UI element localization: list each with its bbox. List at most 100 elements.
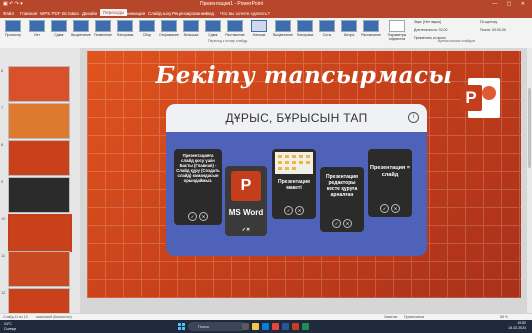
thumbnail-number: 7: [1, 105, 4, 110]
slide-title: Бекіту тапсырмасы: [155, 62, 453, 89]
tab-slideshow[interactable]: Слайд-шоу: [148, 11, 171, 16]
transition-thumb-icon: [227, 20, 243, 32]
info-icon[interactable]: i: [408, 112, 419, 123]
comments-button[interactable]: Примечания: [404, 315, 424, 319]
check-icon[interactable]: ✓: [188, 212, 197, 221]
powerpoint-logo-icon: P: [460, 78, 502, 120]
vertical-scrollbar[interactable]: [527, 48, 532, 313]
effects-icon: [389, 20, 405, 32]
transition-thumb-icon: [363, 20, 379, 32]
check-icon[interactable]: ✓: [332, 219, 341, 228]
slide-thumbnail[interactable]: [8, 251, 70, 287]
cross-icon[interactable]: ✕: [343, 219, 352, 228]
tab-wps-pdf[interactable]: WPS PDF: [40, 11, 61, 16]
duration-field[interactable]: Длительность: 02.00: [414, 28, 447, 32]
slide-thumbnail[interactable]: [8, 177, 70, 213]
quiz-card[interactable]: Презентация = слайд ✓ ✕: [368, 149, 412, 217]
chrome-icon[interactable]: [272, 323, 279, 330]
thumbnail-number: 12: [1, 290, 6, 295]
quiz-embed[interactable]: ДҰРЫС, БҰРЫСЫН ТАП i Презентацияға слайд…: [166, 104, 427, 256]
transition-thumb-icon: [117, 20, 133, 32]
transition-option[interactable]: Штора: [338, 20, 360, 44]
quiz-card[interactable]: P MS Word ✓✕: [225, 166, 267, 236]
notes-button[interactable]: Заметки: [384, 315, 397, 319]
check-icon[interactable]: ✓: [284, 206, 293, 215]
language-indicator[interactable]: казахский (Казахстан): [36, 315, 72, 319]
transition-thumb-icon: [251, 20, 267, 32]
windows-taskbar: 24°C Солнце Поиск 19:52 24.02.2024: [0, 320, 532, 333]
task-view-icon[interactable]: [242, 323, 249, 330]
preview-button[interactable]: Просмотр: [2, 20, 24, 44]
tab-design[interactable]: Дизайн: [82, 11, 97, 16]
thumbnail-number: 6: [1, 68, 4, 73]
windows-start-icon[interactable]: [178, 323, 185, 330]
transition-thumb-icon: [341, 20, 357, 32]
transition-thumb-icon: [183, 20, 199, 32]
transition-option[interactable]: Панорама: [294, 20, 316, 44]
slide-thumbnail[interactable]: [8, 103, 70, 139]
current-slide[interactable]: Бекіту тапсырмасы P ДҰРЫС, БҰРЫСЫН ТАП i…: [87, 51, 521, 298]
tab-insert[interactable]: Вставка: [62, 11, 79, 16]
transition-option[interactable]: Соты: [316, 20, 338, 44]
slide-thumbnail-pane: 6 7 8 9 10 11 12: [0, 48, 80, 324]
transition-thumb-icon: [73, 20, 89, 32]
tab-animation[interactable]: Анимация: [124, 11, 145, 16]
slide-thumbnail[interactable]: [8, 140, 70, 176]
cross-icon[interactable]: ✕: [295, 206, 304, 215]
transition-thumb-icon: [275, 20, 291, 32]
thumbnail-number: 9: [1, 179, 4, 184]
transition-option[interactable]: Рассыпание: [360, 20, 382, 44]
on-click-checkbox[interactable]: По щелчку: [480, 20, 497, 24]
tab-review[interactable]: Рецензирование: [172, 11, 207, 16]
title-bar: ▣ ↶ ↷ ▾ Презентация1 - PowerPoint — ▢ ✕: [0, 0, 532, 9]
transition-thumb-icon: [51, 20, 67, 32]
quiz-header: ДҰРЫС, БҰРЫСЫН ТАП i: [166, 104, 427, 132]
system-clock[interactable]: 19:52 24.02.2024: [508, 321, 526, 331]
word-icon[interactable]: [282, 323, 289, 330]
tab-home[interactable]: Главная: [20, 11, 37, 16]
quiz-card[interactable]: Презентацияға слайд қосу үшін Басты (Гла…: [174, 149, 222, 225]
cross-icon[interactable]: ✕: [391, 204, 400, 213]
tab-view[interactable]: Вид: [206, 11, 214, 16]
transition-option[interactable]: Открывание: [158, 20, 180, 44]
transition-thumb-icon: [29, 20, 45, 32]
transition-option[interactable]: Вспышка: [180, 20, 202, 44]
transition-option[interactable]: Сбор: [136, 20, 158, 44]
group-label-timing: Время показа слайдов: [438, 39, 475, 43]
after-field[interactable]: После: 00:00,00: [480, 28, 506, 32]
ribbon: Просмотр Нет Сдвиг Выцветание Появление …: [0, 18, 532, 49]
zoom-level[interactable]: 88 %: [500, 315, 508, 319]
ribbon-tabs: Файл Главная WPS PDF Вставка Дизайн Пере…: [0, 9, 532, 18]
transition-option[interactable]: Появление: [92, 20, 114, 44]
quick-access-toolbar[interactable]: ▣ ↶ ↷ ▾: [3, 1, 23, 7]
weather-widget[interactable]: 24°C Солнце: [4, 322, 16, 331]
window-controls[interactable]: — ▢ ✕: [492, 1, 529, 7]
app-icon[interactable]: [302, 323, 309, 330]
cross-icon[interactable]: ✕: [246, 227, 250, 233]
file-explorer-icon[interactable]: [252, 323, 259, 330]
transition-option[interactable]: Сдвиг: [48, 20, 70, 44]
taskbar-search-box[interactable]: Поиск: [188, 322, 246, 331]
tab-file[interactable]: Файл: [3, 11, 14, 16]
transition-thumb-icon: [161, 20, 177, 32]
transition-option[interactable]: Нет: [26, 20, 48, 44]
slide-thumbnail[interactable]: [8, 66, 70, 102]
edge-icon[interactable]: [262, 323, 269, 330]
cross-icon[interactable]: ✕: [199, 212, 208, 221]
transition-option[interactable]: Панорама: [114, 20, 136, 44]
transition-option-selected[interactable]: Наплыв: [248, 20, 270, 44]
thumbnail-number: 11: [1, 253, 6, 258]
quiz-card[interactable]: Презентация редакторы кесте құруға арнал…: [320, 167, 364, 232]
transition-option[interactable]: Выцветание: [272, 20, 294, 44]
transition-option[interactable]: Выцветание: [70, 20, 92, 44]
quiz-card[interactable]: Презентация макеті ✓ ✕: [272, 149, 316, 219]
powerpoint-taskbar-icon[interactable]: [292, 323, 299, 330]
check-icon[interactable]: ✓: [380, 204, 389, 213]
layout-image: [275, 152, 313, 174]
tab-tell-me[interactable]: Что вы хотите сделать?: [220, 11, 270, 16]
slide-thumbnail-selected[interactable]: [8, 214, 72, 252]
effects-options-button[interactable]: Параметры эффектов: [384, 20, 410, 44]
sound-select[interactable]: Звук: [Нет звука]: [414, 20, 441, 24]
group-label-transitions: Переход к этому слайду: [208, 39, 248, 43]
quiz-title: ДҰРЫС, БҰРЫСЫН ТАП: [225, 111, 368, 125]
